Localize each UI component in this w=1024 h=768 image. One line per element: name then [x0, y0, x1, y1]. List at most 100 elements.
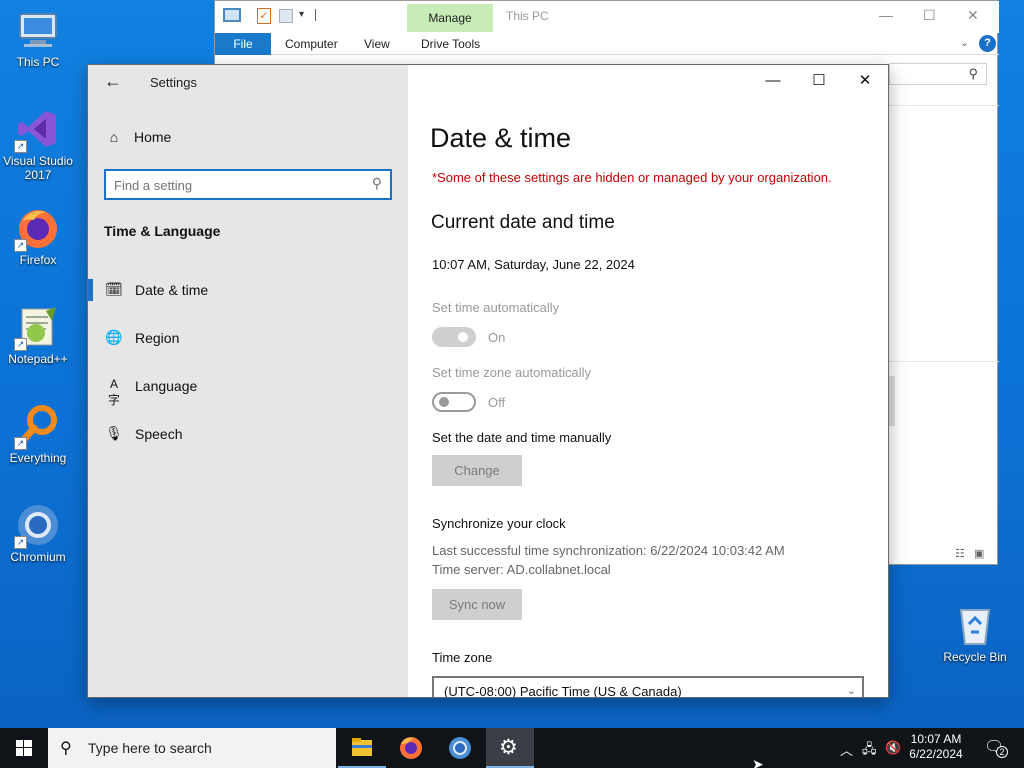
file-explorer-icon: [352, 738, 372, 756]
nav-item-speech[interactable]: 🎙 Speech: [88, 414, 408, 454]
desktop-icon-notepad-plus-plus[interactable]: ↗ Notepad++: [0, 305, 76, 366]
desktop-icon-everything[interactable]: ↗ Everything: [0, 404, 76, 465]
sync-clock-label: Synchronize your clock: [432, 516, 566, 531]
network-icon[interactable]: 🖧: [862, 740, 877, 762]
nav-item-language[interactable]: A字 Language: [88, 366, 408, 407]
toggle-knob: [439, 397, 449, 407]
notepad-plus-plus-icon: ↗: [14, 305, 60, 351]
notification-count: 2: [996, 746, 1008, 758]
ribbon-tabs: Computer View Drive Tools ⌄: [215, 33, 999, 55]
current-datetime: 10:07 AM, Saturday, June 22, 2024: [432, 257, 635, 272]
set-time-auto-state: On: [488, 330, 506, 345]
minimize-icon[interactable]: —: [879, 7, 893, 23]
ribbon-expand-icon[interactable]: ⌄: [960, 36, 969, 49]
shortcut-arrow-icon: ↗: [14, 239, 27, 252]
taskbar-firefox[interactable]: [387, 728, 435, 768]
nav-item-date-time[interactable]: 🗓 Date & time: [88, 270, 408, 310]
details-view-icon[interactable]: ☷: [955, 548, 965, 560]
time-zone-value: (UTC-08:00) Pacific Time (US & Canada): [444, 684, 682, 697]
close-icon[interactable]: ✕: [842, 69, 888, 93]
explorer-search-box[interactable]: ⚲: [889, 63, 987, 85]
desktop-icon-this-pc[interactable]: This PC: [0, 8, 76, 69]
time-zone-label: Time zone: [432, 650, 493, 665]
divider: [889, 105, 999, 106]
close-icon[interactable]: ✕: [967, 7, 979, 24]
settings-content-pane: — ☐ ✕ Date & time *Some of these setting…: [408, 65, 888, 697]
sync-now-button[interactable]: Sync now: [432, 589, 522, 620]
view-toggle-icons[interactable]: ☷ ▣: [955, 547, 984, 560]
nav-item-label: Date & time: [135, 282, 209, 298]
this-pc-small-icon: [223, 8, 241, 22]
find-setting-search[interactable]: ⚲: [104, 169, 392, 200]
firefox-icon: [400, 737, 422, 759]
taskbar-search-box[interactable]: ⚲ Type here to search: [48, 728, 336, 768]
taskbar-settings[interactable]: ⚙: [486, 728, 534, 768]
divider: [889, 361, 999, 362]
search-input[interactable]: [114, 176, 354, 194]
settings-app-title: Settings: [150, 75, 197, 90]
desktop-icon-chromium[interactable]: ↗ Chromium: [0, 503, 76, 564]
desktop: This PC ↗ Visual Studio 2017 ↗ Firefox ↗…: [0, 0, 1024, 728]
taskbar-file-explorer[interactable]: [338, 728, 386, 768]
current-date-heading: Current date and time: [431, 212, 615, 233]
large-icons-view-icon[interactable]: ▣: [974, 548, 984, 560]
nav-item-label: Speech: [135, 426, 183, 442]
settings-window[interactable]: ← Settings ⌂ Home ⚲ Time & Language 🗓 Dat…: [88, 65, 888, 697]
recycle-bin-label: Recycle Bin: [943, 650, 1007, 664]
explorer-window-title: This PC: [506, 9, 549, 23]
everything-search-icon: ↗: [14, 404, 60, 450]
set-time-auto-label: Set time automatically: [432, 300, 560, 315]
back-arrow-icon[interactable]: ←: [104, 71, 122, 92]
properties-quick-icon[interactable]: ✓: [257, 8, 271, 24]
home-icon: ⌂: [109, 129, 119, 145]
start-button[interactable]: [0, 728, 48, 768]
desktop-icon-label: Visual Studio 2017: [3, 154, 73, 182]
desktop-icon-firefox[interactable]: ↗ Firefox: [0, 206, 76, 267]
nav-section-title: Time & Language: [104, 223, 221, 239]
taskbar-clock[interactable]: 10:07 AM 6/22/2024: [896, 732, 976, 762]
ribbon-tab-manage[interactable]: Manage: [407, 4, 493, 32]
set-tz-auto-state: Off: [488, 395, 506, 410]
desktop-icon-label: Notepad++: [8, 352, 68, 366]
maximize-icon[interactable]: ☐: [923, 7, 936, 24]
nav-item-label: Language: [135, 378, 198, 394]
nav-home[interactable]: ⌂ Home: [104, 129, 172, 145]
set-time-auto-toggle[interactable]: [432, 327, 476, 347]
shortcut-arrow-icon: ↗: [14, 437, 27, 450]
shortcut-arrow-icon: ↗: [14, 536, 27, 549]
desktop-icon-recycle-bin[interactable]: Recycle Bin: [940, 602, 1010, 664]
search-icon: ⚲: [60, 740, 72, 757]
ribbon-tab-view[interactable]: View: [364, 37, 390, 51]
ribbon-tab-drive-tools[interactable]: Drive Tools: [421, 37, 480, 51]
visual-studio-icon: ↗: [14, 107, 60, 153]
taskbar-chromium[interactable]: [436, 728, 484, 768]
ribbon-tab-file[interactable]: File: [215, 33, 271, 55]
explorer-scrollbar-thumb[interactable]: [889, 376, 895, 426]
help-icon[interactable]: ?: [979, 35, 996, 52]
nav-item-region[interactable]: 🌐 Region: [88, 318, 408, 358]
desktop-icon-label: Firefox: [19, 253, 57, 267]
org-managed-notice: *Some of these settings are hidden or ma…: [432, 170, 832, 185]
this-pc-icon: [16, 8, 60, 52]
ribbon-tab-computer[interactable]: Computer: [285, 37, 338, 51]
show-hidden-icons-chevron[interactable]: ︿: [840, 740, 853, 759]
change-button[interactable]: Change: [432, 455, 522, 486]
new-folder-quick-icon[interactable]: [279, 9, 293, 23]
windows-logo-icon: [16, 740, 32, 756]
search-icon: ⚲: [968, 66, 978, 81]
mouse-cursor: ➤: [752, 756, 764, 768]
shortcut-arrow-icon: ↗: [14, 140, 27, 153]
time-zone-dropdown[interactable]: (UTC-08:00) Pacific Time (US & Canada) ⌄: [432, 676, 864, 697]
clock-time: 10:07 AM: [910, 732, 962, 746]
minimize-icon[interactable]: —: [750, 69, 796, 93]
maximize-icon[interactable]: ☐: [796, 69, 842, 93]
toggle-knob: [458, 332, 468, 342]
clock-calendar-icon: 🗓: [105, 281, 123, 297]
nav-home-label: Home: [134, 129, 172, 145]
set-tz-auto-toggle[interactable]: [432, 392, 476, 412]
desktop-icon-visual-studio[interactable]: ↗ Visual Studio 2017: [0, 107, 76, 182]
quick-access-dropdown-icon[interactable]: ▾: [299, 9, 304, 20]
chromium-icon: ↗: [14, 503, 60, 549]
shortcut-arrow-icon: ↗: [14, 338, 27, 351]
taskbar: ⚲ Type here to search ⚙ ︿ 🖧 🔇 10:07 AM 6…: [0, 728, 1024, 768]
